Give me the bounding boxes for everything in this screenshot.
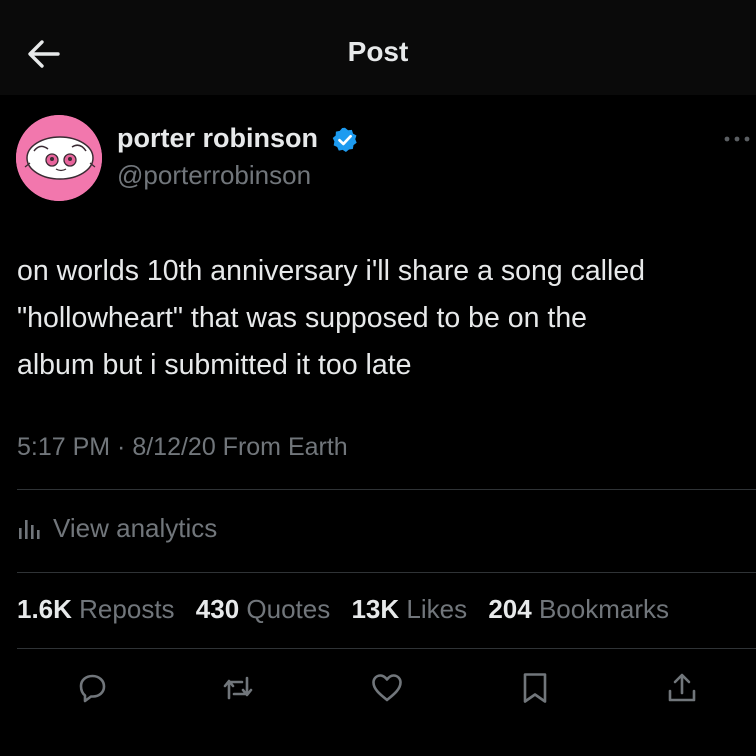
quotes-count: 430 — [195, 594, 240, 624]
page-title: Post — [347, 36, 409, 67]
likes-count: 13K — [351, 594, 400, 624]
post-timestamp[interactable]: 5:17 PM · 8/12/20 From Earth — [17, 433, 348, 462]
reposts-label: Reposts — [79, 594, 175, 624]
quotes-label: Quotes — [246, 594, 331, 624]
reply-button[interactable] — [74, 670, 110, 706]
bookmark-icon — [523, 673, 547, 703]
bookmark-button[interactable] — [517, 670, 553, 706]
top-bar: Post — [0, 0, 756, 95]
like-icon — [372, 674, 402, 702]
like-button[interactable] — [369, 670, 405, 706]
repost-button[interactable] — [220, 670, 256, 706]
share-button[interactable] — [664, 670, 700, 706]
author-handle[interactable]: @porterrobinson — [117, 160, 311, 191]
author-display-name[interactable]: porter robinson — [117, 123, 318, 154]
verified-badge-icon — [332, 127, 357, 153]
more-options-icon[interactable] — [722, 132, 752, 146]
view-analytics-link[interactable]: View analytics — [17, 510, 217, 546]
reposts-stat[interactable]: 1.6K Reposts — [17, 594, 175, 624]
divider — [17, 648, 756, 649]
reply-icon — [79, 674, 106, 703]
quotes-stat[interactable]: 430 Quotes — [196, 594, 330, 624]
repost-icon — [223, 676, 253, 700]
likes-label: Likes — [406, 594, 468, 624]
engagement-stats: 1.6K Reposts 430 Quotes 13K Likes 204 Bo… — [17, 594, 683, 625]
analytics-label: View analytics — [53, 512, 218, 543]
divider — [17, 572, 756, 573]
divider — [17, 489, 756, 490]
bookmarks-count: 204 — [488, 594, 532, 624]
reposts-count: 1.6K — [17, 594, 72, 624]
share-icon — [668, 673, 696, 702]
bar-chart-icon — [19, 520, 40, 539]
avatar-illustration — [16, 115, 102, 201]
likes-stat[interactable]: 13K Likes — [351, 594, 467, 624]
post-text: on worlds 10th anniversary i'll share a … — [17, 255, 646, 381]
bookmarks-stat[interactable]: 204 Bookmarks — [488, 594, 669, 624]
bookmarks-label: Bookmarks — [538, 594, 670, 624]
avatar[interactable] — [16, 115, 102, 201]
